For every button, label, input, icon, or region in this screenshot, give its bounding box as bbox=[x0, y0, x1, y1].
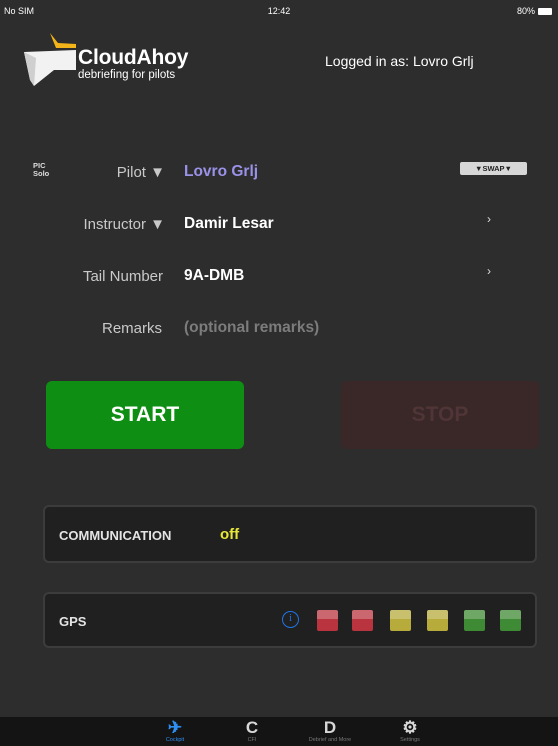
tab-cockpit[interactable]: ✈ Cockpit bbox=[135, 717, 215, 746]
battery-percent: 80% bbox=[516, 6, 535, 16]
remarks-input[interactable]: (optional remarks) bbox=[184, 319, 319, 337]
gps-panel: GPS i bbox=[43, 592, 537, 648]
tab-cfi[interactable]: C CFI bbox=[212, 717, 292, 746]
pilot-value[interactable]: Lovro Grlj bbox=[184, 163, 258, 181]
gps-info-icon[interactable]: i bbox=[282, 611, 299, 628]
tail-number-value[interactable]: 9A-DMB bbox=[184, 267, 244, 285]
instructor-chevron-icon[interactable]: › bbox=[487, 212, 491, 226]
communication-status: off bbox=[220, 526, 240, 543]
tab-debrief[interactable]: D Debrief and More bbox=[290, 717, 370, 746]
pilot-dropdown-label[interactable]: Pilot ▼ bbox=[95, 164, 165, 181]
gps-signal-light bbox=[317, 610, 338, 631]
gps-signal-light bbox=[352, 610, 373, 631]
instructor-dropdown-label[interactable]: Instructor ▼ bbox=[40, 216, 165, 233]
logo-flag-icon bbox=[24, 33, 76, 86]
gps-signal-light bbox=[500, 610, 521, 631]
tab-label: Debrief and More bbox=[308, 737, 352, 743]
battery-indicator: 80% bbox=[517, 6, 552, 16]
tab-label: Settings bbox=[400, 737, 420, 743]
settings-gear-icon: ⚙ bbox=[402, 718, 418, 737]
communication-panel: COMMUNICATION off bbox=[43, 505, 537, 563]
gps-signal-light bbox=[390, 610, 411, 631]
cfi-icon: C bbox=[245, 718, 259, 737]
tail-number-label: Tail Number bbox=[82, 268, 163, 285]
instructor-value[interactable]: Damir Lesar bbox=[184, 215, 274, 233]
gps-signal-light bbox=[427, 610, 448, 631]
logged-in-text: Logged in as: Lovro Grlj bbox=[325, 53, 474, 69]
tab-bar: ✈ Cockpit C CFI D Debrief and More ⚙ Set… bbox=[0, 717, 558, 746]
tab-settings[interactable]: ⚙ Settings bbox=[370, 717, 450, 746]
debrief-icon: D bbox=[323, 718, 337, 737]
start-button[interactable]: START bbox=[46, 381, 244, 449]
gps-signal-light bbox=[464, 610, 485, 631]
clock-text: 12:42 bbox=[267, 6, 291, 16]
gps-label: GPS bbox=[59, 614, 87, 629]
tab-label: Cockpit bbox=[165, 737, 185, 743]
remarks-label: Remarks bbox=[101, 320, 162, 337]
brand-name: CloudAhoy bbox=[78, 46, 189, 69]
pic-solo-toggle[interactable]: PIC Solo bbox=[33, 162, 49, 178]
tail-number-chevron-icon[interactable]: › bbox=[487, 264, 491, 278]
battery-icon bbox=[538, 7, 552, 15]
tab-label: CFI bbox=[247, 737, 257, 743]
stop-button[interactable]: STOP bbox=[341, 381, 539, 449]
cloudahoy-logo: CloudAhoy debriefing for pilots bbox=[22, 30, 222, 90]
brand-tagline: debriefing for pilots bbox=[78, 69, 176, 81]
swap-button[interactable]: ▼SWAP▼ bbox=[460, 162, 527, 175]
communication-label: COMMUNICATION bbox=[59, 528, 172, 543]
airplane-icon: ✈ bbox=[167, 718, 183, 737]
status-bar: No SIM 12:42 80% bbox=[0, 0, 558, 20]
